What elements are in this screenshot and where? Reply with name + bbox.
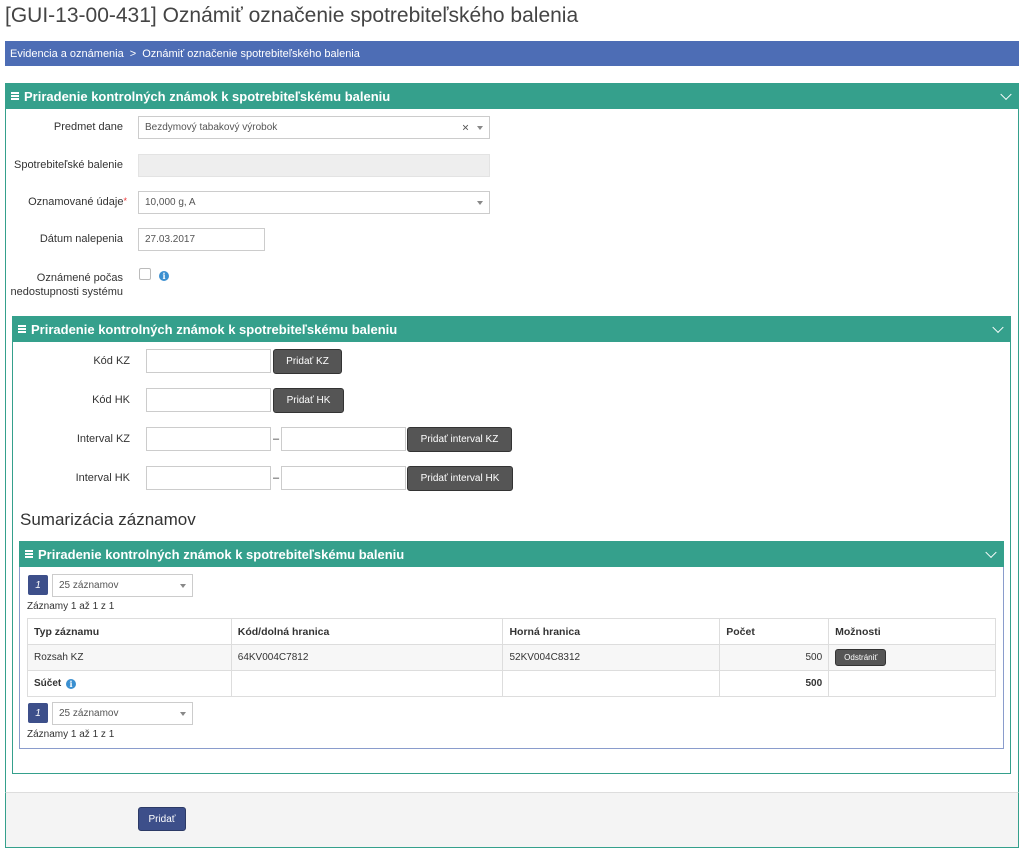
pridat-hk-button[interactable]: Pridať HK <box>273 388 344 413</box>
breadcrumb-item-evidencia[interactable]: Evidencia a oznámenia <box>10 48 124 60</box>
interval-dash: – <box>273 472 280 484</box>
kod-kz-input[interactable] <box>146 349 271 373</box>
spotrebitelske-balenie-label: Spotrebiteľské balenie <box>13 159 123 171</box>
interval-hk-label: Interval HK <box>75 472 130 484</box>
interval-dash: – <box>273 433 280 445</box>
chevron-down-icon[interactable] <box>477 125 483 130</box>
chevron-down-icon[interactable] <box>985 546 997 559</box>
codes-panel-header[interactable]: Priradenie kontrolných známok k spotrebi… <box>12 316 1011 342</box>
breadcrumb-separator: > <box>129 47 137 60</box>
summary-panel-title: Priradenie kontrolných známok k spotrebi… <box>38 546 405 562</box>
datum-nalepenia-input[interactable]: 27.03.2017 <box>138 228 265 251</box>
predmet-dane-label: Predmet dane <box>53 121 123 133</box>
menu-icon <box>11 91 19 101</box>
summary-panel-header[interactable]: Priradenie kontrolných známok k spotrebi… <box>19 541 1004 567</box>
chevron-down-icon[interactable] <box>1000 88 1012 101</box>
total-label-cell: Súčet i <box>27 670 232 697</box>
main-panel-title: Priradenie kontrolných známok k spotrebi… <box>24 88 391 104</box>
spotrebitelske-balenie-field <box>138 154 490 177</box>
interval-hk-from-input[interactable] <box>146 466 271 490</box>
column-header[interactable]: Počet <box>719 618 830 645</box>
interval-kz-from-input[interactable] <box>146 427 271 451</box>
interval-hk-to-input[interactable] <box>281 466 406 490</box>
kod-hk-input[interactable] <box>146 388 271 412</box>
table-header-row: Typ záznamu Kód/dolná hranica Horná hran… <box>27 618 996 645</box>
pager-page-1[interactable]: 1 <box>28 703 48 723</box>
cell-horna: 52KV004C8312 <box>502 644 721 671</box>
main-panel-header[interactable]: Priradenie kontrolných známok k spotrebi… <box>5 83 1019 109</box>
cell-kod: 64KV004C7812 <box>230 644 504 671</box>
breadcrumb: Evidencia a oznámenia > Oznámiť označeni… <box>5 41 1019 66</box>
pager-page-1[interactable]: 1 <box>28 575 48 595</box>
records-count: Záznamy 1 až 1 z 1 <box>27 729 115 740</box>
cell-moznosti: Odstrániť <box>828 644 996 671</box>
column-header[interactable]: Typ záznamu <box>27 618 232 645</box>
oznamovane-udaje-select[interactable]: 10,000 g, A <box>138 191 490 214</box>
codes-panel-title: Priradenie kontrolných známok k spotrebi… <box>31 321 398 337</box>
interval-kz-to-input[interactable] <box>281 427 406 451</box>
column-header[interactable]: Horná hranica <box>502 618 721 645</box>
column-header[interactable]: Kód/dolná hranica <box>230 618 504 645</box>
column-header: Možnosti <box>828 618 996 645</box>
page-size-select[interactable]: 25 záznamov <box>52 574 193 597</box>
interval-kz-label: Interval KZ <box>76 433 130 445</box>
cell-typ: Rozsah KZ <box>27 644 232 671</box>
oznamene-pocas-checkbox[interactable] <box>139 268 151 280</box>
pridat-interval-hk-button[interactable]: Pridať interval HK <box>407 466 513 491</box>
datum-nalepenia-label: Dátum nalepenia <box>39 233 123 245</box>
predmet-dane-value: Bezdymový tabakový výrobok <box>145 122 278 133</box>
pridat-kz-button[interactable]: Pridať KZ <box>273 349 342 374</box>
oznamovane-udaje-label: Oznamované údaje* <box>28 196 127 208</box>
menu-icon <box>25 549 33 559</box>
clear-icon[interactable]: × <box>462 120 469 134</box>
oznamovane-udaje-value: 10,000 g, A <box>145 197 196 208</box>
info-icon[interactable]: i <box>159 271 169 281</box>
summary-heading: Sumarizácia záznamov <box>20 510 196 529</box>
chevron-down-icon[interactable] <box>180 583 186 588</box>
required-mark: * <box>123 196 127 206</box>
odstranit-button[interactable]: Odstrániť <box>835 649 887 666</box>
page-title: [GUI-13-00-431] Oznámiť označenie spotre… <box>5 4 579 27</box>
oznamene-pocas-label: Oznámené počas nedostupnosti systému <box>10 272 123 298</box>
cell-pocet: 500 <box>719 644 830 671</box>
kod-hk-label: Kód HK <box>92 394 130 406</box>
kod-kz-label: Kód KZ <box>93 355 130 367</box>
table-total-row: Súčet i 500 <box>27 670 996 697</box>
predmet-dane-select[interactable]: Bezdymový tabakový výrobok × <box>138 116 490 139</box>
summary-table: Typ záznamu Kód/dolná hranica Horná hran… <box>27 618 996 697</box>
pridat-interval-kz-button[interactable]: Pridať interval KZ <box>407 427 512 452</box>
table-row: Rozsah KZ 64KV004C7812 52KV004C8312 500 … <box>27 644 996 671</box>
menu-icon <box>18 324 26 334</box>
chevron-down-icon[interactable] <box>180 711 186 716</box>
pridat-submit-button[interactable]: Pridať <box>138 807 186 831</box>
records-count: Záznamy 1 až 1 z 1 <box>27 601 115 612</box>
total-label: Súčet <box>34 678 62 689</box>
chevron-down-icon[interactable] <box>477 200 483 205</box>
total-pocet: 500 <box>719 670 830 697</box>
breadcrumb-item-current: Oznámiť označenie spotrebiteľského balen… <box>142 47 360 60</box>
info-icon[interactable]: i <box>66 679 77 689</box>
page-size-select[interactable]: 25 záznamov <box>52 702 193 725</box>
chevron-down-icon[interactable] <box>992 321 1004 334</box>
